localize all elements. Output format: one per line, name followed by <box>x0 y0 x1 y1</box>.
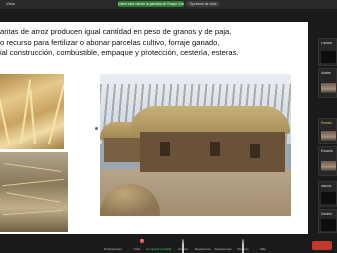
record-icon <box>182 239 184 253</box>
participant-name: Luciano <box>321 41 333 45</box>
toolbar-label: Compartir pantalla <box>146 247 172 251</box>
share-screen-button[interactable]: Compartir pantalla <box>146 240 172 253</box>
toolbar-label: Aplicaciones <box>214 247 232 251</box>
toolbar-label: Más <box>260 247 266 251</box>
rice-straw-photo <box>0 74 64 149</box>
zoom-meeting-window: Vista Usted está viendo la pantalla de R… <box>0 0 337 253</box>
toolbar-label: Chat <box>133 247 141 251</box>
participant-tile[interactable]: Ernesto <box>318 118 337 144</box>
toolbar-label: Participantes <box>104 247 122 251</box>
participant-name: Eduardo <box>321 149 334 153</box>
whiteboard-icon <box>242 239 244 253</box>
meeting-toolbar: Participantes 1 Chat Compartir pantalla … <box>0 238 337 253</box>
participant-name: Daniela <box>321 212 332 216</box>
pointer-dot <box>95 127 98 130</box>
slide-line: antas de arroz producen igual cantidad e… <box>0 27 232 36</box>
participants-button[interactable]: Participantes <box>102 240 124 253</box>
participant-name: Anabel <box>321 71 331 75</box>
chat-button[interactable]: 1 Chat <box>126 238 148 253</box>
participant-tile[interactable]: Anabel <box>318 68 337 98</box>
view-options-button[interactable]: Opciones de vista <box>186 1 220 7</box>
thatched-house-photo <box>100 74 291 216</box>
view-menu[interactable]: Vista <box>6 1 15 6</box>
chat-badge: 1 <box>140 238 144 243</box>
shared-slide: antas de arroz producen igual cantidad e… <box>0 22 308 234</box>
record-button[interactable]: Grabar <box>172 239 194 253</box>
straw-bundle-photo <box>0 152 68 232</box>
slide-line: o recurso para fertilizar o abonar parce… <box>0 37 220 47</box>
slide-text: antas de arroz producen igual cantidad e… <box>0 27 306 59</box>
end-meeting-button[interactable] <box>312 241 332 250</box>
whiteboard-button[interactable]: Pizarras <box>232 239 254 253</box>
reactions-button[interactable]: Reacciones <box>192 240 214 253</box>
participant-tile[interactable]: antonio <box>318 181 337 207</box>
slide-line: ial construcción, combustible, empaque y… <box>0 48 239 57</box>
toolbar-label: Reacciones <box>194 247 212 251</box>
participant-tile[interactable]: Luciano <box>318 38 337 66</box>
apps-button[interactable]: Aplicaciones <box>212 240 234 253</box>
participant-tile[interactable]: Eduardo <box>318 146 337 176</box>
more-button[interactable]: Más <box>252 240 274 253</box>
participant-name: Ernesto <box>321 121 332 125</box>
sharing-banner: Usted está viendo la pantalla de Roque G… <box>118 1 184 7</box>
participant-name: antonio <box>321 184 332 188</box>
top-bar: Vista Usted está viendo la pantalla de R… <box>0 0 337 9</box>
participant-tile[interactable]: Daniela <box>318 209 337 233</box>
participants-panel: Luciano Anabel Ernesto Eduardo antonio D… <box>318 38 337 233</box>
